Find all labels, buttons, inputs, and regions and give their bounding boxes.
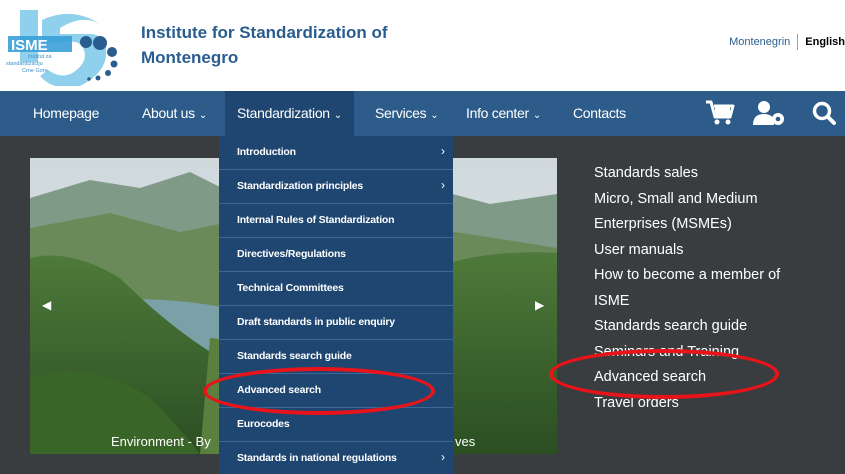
- lang-english[interactable]: English: [805, 36, 845, 48]
- svg-text:Crne Gore: Crne Gore: [22, 68, 48, 74]
- users-settings-icon[interactable]: [752, 100, 786, 126]
- nav-services[interactable]: Services ⌄: [375, 91, 439, 136]
- site-title[interactable]: Institute for Standardization of Montene…: [141, 20, 441, 70]
- slider-caption-tail: ves: [455, 434, 476, 449]
- link-msmes-cont[interactable]: Enterprises (MSMEs): [594, 212, 834, 238]
- cart-icon[interactable]: [705, 100, 735, 126]
- nav-info-center[interactable]: Info center ⌄: [466, 91, 541, 136]
- highlight-oval-dropdown: [203, 367, 435, 415]
- link-standards-search-guide[interactable]: Standards search guide: [594, 314, 834, 340]
- nav-about-us[interactable]: About us ⌄: [142, 91, 207, 136]
- chevron-right-icon: ›: [441, 144, 445, 158]
- slider-caption: Environment - By: [111, 434, 211, 449]
- dropdown-item-standardization-principles[interactable]: Standardization principles ›: [219, 170, 453, 204]
- site-header: ISME Institut za standardizaciju Crne Go…: [0, 0, 845, 91]
- dropdown-item-national-regulations[interactable]: Standards in national regulations ›: [219, 442, 453, 474]
- isme-logo[interactable]: ISME Institut za standardizaciju Crne Go…: [6, 6, 124, 86]
- dropdown-item-introduction[interactable]: Introduction ›: [219, 136, 453, 170]
- nav-contacts[interactable]: Contacts: [573, 91, 626, 136]
- site-title-line1: Institute for Standardization of: [141, 23, 388, 42]
- chevron-down-icon: ⌄: [532, 110, 541, 121]
- lang-montenegrin[interactable]: Montenegrin: [729, 36, 790, 48]
- highlight-oval-sidebar: [549, 349, 779, 399]
- link-msmes[interactable]: Micro, Small and Medium: [594, 187, 834, 213]
- chevron-down-icon: ⌄: [198, 110, 207, 121]
- lang-divider: [797, 34, 799, 50]
- standardization-dropdown: Introduction › Standardization principle…: [219, 136, 453, 474]
- chevron-down-icon: ⌄: [430, 110, 439, 121]
- svg-text:Institut za: Institut za: [28, 54, 52, 60]
- dropdown-item-draft-standards[interactable]: Draft standards in public enquiry: [219, 306, 453, 340]
- nav-standardization[interactable]: Standardization ⌄: [225, 91, 354, 136]
- site-title-line2: Montenegro: [141, 48, 239, 67]
- link-user-manuals[interactable]: User manuals: [594, 238, 834, 264]
- main-nav: Homepage About us ⌄ Standardization ⌄ Serv…: [0, 91, 845, 136]
- chevron-right-icon: ›: [441, 178, 445, 192]
- nav-homepage[interactable]: Homepage: [33, 91, 99, 136]
- dropdown-item-directives[interactable]: Directives/Regulations: [219, 238, 453, 272]
- link-become-member[interactable]: How to become a member of: [594, 263, 834, 289]
- language-switcher: Montenegrin English: [729, 34, 845, 50]
- slider-prev-button[interactable]: ◀: [42, 298, 51, 312]
- chevron-down-icon: ⌄: [333, 110, 342, 121]
- logo-text: ISME: [11, 37, 48, 54]
- slider-next-button[interactable]: ▶: [535, 298, 544, 312]
- svg-text:standardizaciju: standardizaciju: [6, 61, 43, 67]
- dropdown-item-technical-committees[interactable]: Technical Committees: [219, 272, 453, 306]
- chevron-right-icon: ›: [441, 450, 445, 464]
- link-become-member-cont[interactable]: ISME: [594, 289, 834, 315]
- search-icon[interactable]: [812, 100, 836, 126]
- link-standards-sales[interactable]: Standards sales: [594, 161, 834, 187]
- dropdown-item-internal-rules[interactable]: Internal Rules of Standardization: [219, 204, 453, 238]
